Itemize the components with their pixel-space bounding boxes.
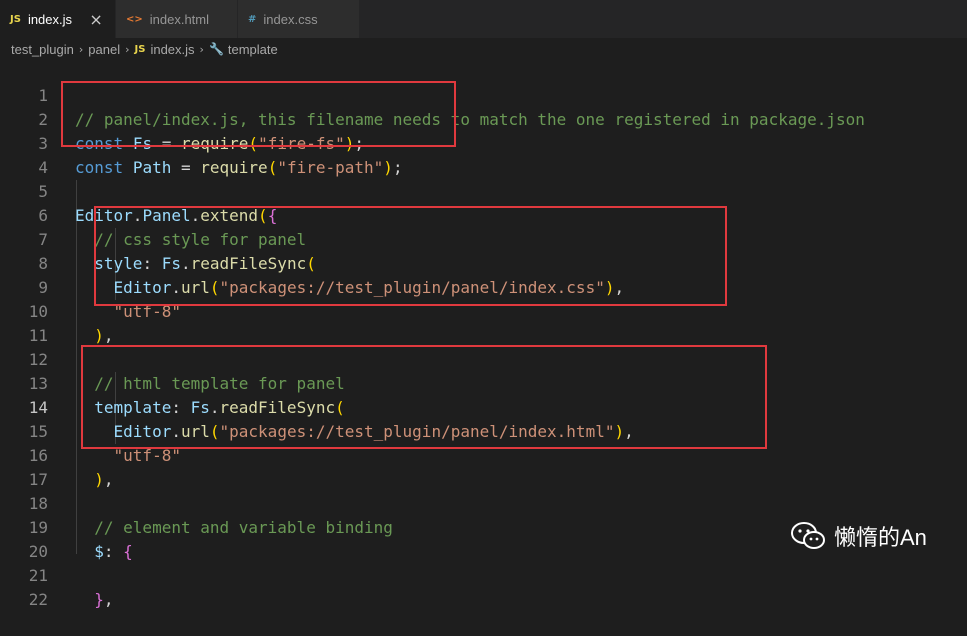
watermark: 懒惰的An (790, 518, 927, 554)
highlight-box-style (94, 206, 727, 306)
js-file-icon: JS (10, 13, 21, 25)
code-line: 19 $: { (0, 492, 967, 561)
tab-index-js[interactable]: JS index.js × (0, 0, 116, 38)
highlight-box-template (81, 345, 767, 449)
code-line: 18 // element and variable binding (0, 468, 967, 537)
tab-label: index.css (263, 11, 318, 27)
breadcrumb: test_plugin › panel › JS index.js › 🔧 te… (0, 38, 967, 60)
chevron-right-icon: › (199, 42, 204, 56)
code-line: 6 // css style for panel (0, 180, 967, 249)
wechat-icon (791, 522, 825, 549)
tab-label: index.html (149, 11, 210, 27)
watermark-text: 懒惰的An (834, 525, 927, 550)
breadcrumb-symbol[interactable]: template (228, 42, 278, 57)
tab-index-html[interactable]: <> index.html (116, 0, 238, 38)
tab-label: index.js (27, 11, 73, 27)
highlight-box-requires (61, 81, 456, 147)
tab-bar: JS index.js × <> index.html # index.css (0, 0, 967, 38)
chevron-right-icon: › (78, 42, 84, 56)
js-file-icon: JS (134, 43, 146, 55)
breadcrumb-folder-panel[interactable]: panel (88, 42, 120, 57)
breadcrumb-folder-test-plugin[interactable]: test_plugin (11, 42, 74, 57)
line-number: 22 (28, 590, 48, 609)
tab-index-css[interactable]: # index.css (238, 0, 360, 38)
css-file-icon: # (248, 13, 257, 25)
chevron-right-icon: › (125, 42, 130, 56)
wrench-icon: 🔧 (208, 42, 224, 56)
breadcrumb-file[interactable]: index.js (150, 42, 194, 57)
close-icon[interactable]: × (88, 10, 104, 29)
html-file-icon: <> (126, 13, 143, 25)
code-line: 5 Editor.Panel.extend({ (0, 156, 967, 225)
code-line: 22 (0, 564, 967, 609)
line-text: }, (94, 590, 114, 609)
